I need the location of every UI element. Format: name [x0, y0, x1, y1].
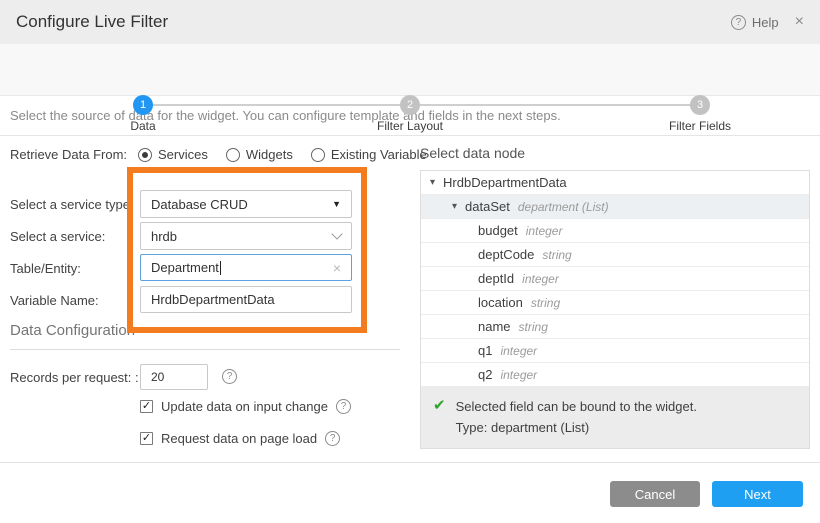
- dialog-header: Configure Live Filter ? Help ×: [0, 0, 820, 44]
- tree-node-type: string: [519, 320, 548, 334]
- radio-widgets-label: Widgets: [246, 147, 293, 162]
- tree-node-type: department (List): [518, 200, 609, 214]
- help-button[interactable]: ? Help: [731, 15, 779, 30]
- tree-node-type: integer: [500, 368, 537, 382]
- tree-node-name: dataSet: [465, 199, 510, 214]
- records-per-request-label: Records per request: :: [10, 370, 139, 385]
- tree-row-deptid[interactable]: deptId integer: [421, 267, 809, 291]
- checkbox-checked-icon[interactable]: ✓: [140, 400, 153, 413]
- radio-existing-variable-label: Existing Variable: [331, 147, 427, 162]
- dialog-title: Configure Live Filter: [16, 12, 168, 32]
- service-type-label: Select a service type:: [10, 197, 134, 212]
- retrieve-source-radio-group: Services Widgets Existing Variable: [138, 147, 427, 162]
- tree-node-type: string: [542, 248, 571, 262]
- table-entity-value: Department: [151, 260, 219, 275]
- service-label: Select a service:: [10, 229, 105, 244]
- request-data-checkbox-label: Request data on page load: [161, 431, 317, 446]
- tree-row-budget[interactable]: budget integer: [421, 219, 809, 243]
- binding-message-line1: Selected field can be bound to the widge…: [456, 396, 697, 417]
- tree-node-type: string: [531, 296, 560, 310]
- tree-node-name: budget: [478, 223, 518, 238]
- wizard-stepper: 1 Data 2 Filter Layout 3 Filter Fields: [0, 44, 820, 96]
- data-node-tree: ▾ HrdbDepartmentData ▾ dataSet departmen…: [420, 170, 810, 449]
- records-per-request-input[interactable]: 20: [140, 364, 208, 390]
- tree-row-deptcode[interactable]: deptCode string: [421, 243, 809, 267]
- select-data-node-heading: Select data node: [420, 145, 525, 161]
- tree-node-name: name: [478, 319, 511, 334]
- tree-row-root[interactable]: ▾ HrdbDepartmentData: [421, 171, 809, 195]
- checkbox-checked-icon[interactable]: ✓: [140, 432, 153, 445]
- tree-row-dataset[interactable]: ▾ dataSet department (List): [421, 195, 809, 219]
- radio-selected-icon: [138, 148, 152, 162]
- binding-message-line2: Type: department (List): [456, 417, 697, 438]
- tree-row-location[interactable]: location string: [421, 291, 809, 315]
- records-per-request-value: 20: [151, 370, 164, 384]
- tree-row-q2[interactable]: q2 integer: [421, 363, 809, 387]
- step-description: Select the source of data for the widget…: [10, 108, 561, 123]
- tree-node-type: integer: [522, 272, 559, 286]
- caret-down-icon[interactable]: ▾: [452, 201, 457, 212]
- variable-name-label: Variable Name:: [10, 293, 99, 308]
- table-entity-label: Table/Entity:: [10, 261, 81, 276]
- step-2-circle: 2: [400, 95, 420, 115]
- service-type-select[interactable]: Database CRUD ▼: [140, 190, 352, 218]
- clear-input-icon[interactable]: ×: [333, 260, 341, 276]
- data-configuration-heading: Data Configuration: [10, 322, 135, 339]
- footer-divider: [0, 462, 820, 463]
- step-1-circle: 1: [133, 95, 153, 115]
- update-data-checkbox-label: Update data on input change: [161, 399, 328, 414]
- radio-unselected-icon: [311, 148, 325, 162]
- request-data-help-icon[interactable]: ?: [325, 431, 340, 446]
- radio-existing-variable[interactable]: Existing Variable: [311, 147, 427, 162]
- next-button[interactable]: Next: [712, 481, 803, 507]
- step-3-circle: 3: [690, 95, 710, 115]
- table-entity-input[interactable]: Department ×: [140, 254, 352, 281]
- update-data-checkbox-row: ✓ Update data on input change ?: [140, 399, 351, 414]
- cancel-button[interactable]: Cancel: [610, 481, 700, 507]
- service-value: hrdb: [151, 229, 333, 244]
- step-3-label: Filter Fields: [640, 119, 760, 133]
- variable-name-value: HrdbDepartmentData: [151, 292, 341, 307]
- close-icon[interactable]: ×: [793, 13, 806, 31]
- help-label: Help: [752, 15, 779, 30]
- tree-row-name[interactable]: name string: [421, 315, 809, 339]
- text-cursor: [220, 261, 221, 275]
- tree-node-type: integer: [526, 224, 563, 238]
- retrieve-data-from-label: Retrieve Data From:: [10, 147, 127, 162]
- radio-unselected-icon: [226, 148, 240, 162]
- records-help-icon[interactable]: ?: [222, 369, 237, 384]
- service-type-value: Database CRUD: [151, 197, 332, 212]
- tree-node-name: q1: [478, 343, 492, 358]
- update-data-help-icon[interactable]: ?: [336, 399, 351, 414]
- tree-node-name: q2: [478, 367, 492, 382]
- variable-name-input[interactable]: HrdbDepartmentData: [140, 286, 352, 313]
- caret-down-icon[interactable]: ▾: [430, 177, 435, 188]
- tree-node-name: location: [478, 295, 523, 310]
- description-divider: [0, 135, 820, 136]
- success-check-icon: ✔: [433, 396, 446, 438]
- step-filter-fields[interactable]: 3 Filter Fields: [640, 95, 760, 133]
- configure-live-filter-dialog: Configure Live Filter ? Help × 1 Data 2 …: [0, 0, 820, 523]
- help-icon: ?: [731, 15, 746, 30]
- tree-node-name: deptCode: [478, 247, 534, 262]
- tree-node-name: deptId: [478, 271, 514, 286]
- service-select[interactable]: hrdb: [140, 222, 352, 250]
- data-configuration-divider: [10, 349, 400, 350]
- tree-node-type: integer: [500, 344, 537, 358]
- radio-services[interactable]: Services: [138, 147, 208, 162]
- dropdown-caret-icon: ▼: [332, 199, 341, 209]
- tree-row-q1[interactable]: q1 integer: [421, 339, 809, 363]
- request-data-checkbox-row: ✓ Request data on page load ?: [140, 431, 340, 446]
- radio-widgets[interactable]: Widgets: [226, 147, 293, 162]
- binding-status-message: ✔ Selected field can be bound to the wid…: [421, 387, 809, 448]
- chevron-down-icon: [331, 228, 342, 239]
- tree-node-name: HrdbDepartmentData: [443, 175, 567, 190]
- radio-services-label: Services: [158, 147, 208, 162]
